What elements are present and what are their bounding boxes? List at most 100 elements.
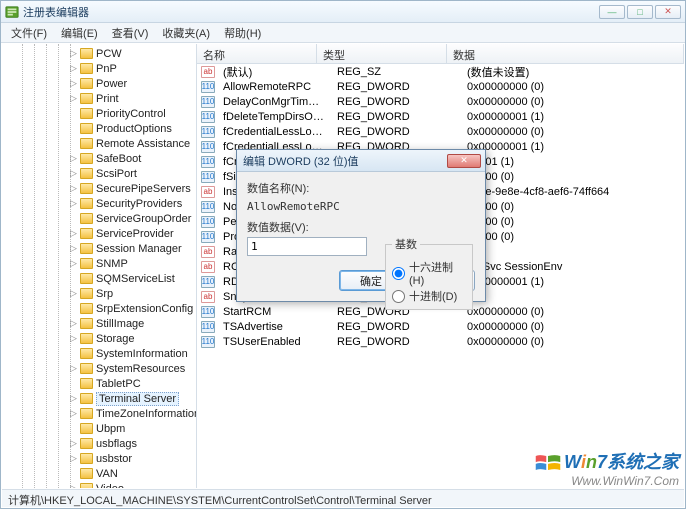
- menu-help[interactable]: 帮助(H): [218, 23, 267, 43]
- tree-item[interactable]: TabletPC: [2, 376, 196, 391]
- expand-icon[interactable]: ▷: [70, 244, 79, 253]
- tree-item[interactable]: ▷Video: [2, 481, 196, 488]
- tree-item[interactable]: ▷PnP: [2, 61, 196, 76]
- expand-icon[interactable]: ▷: [70, 484, 79, 488]
- expand-icon[interactable]: [70, 274, 79, 283]
- tree-item[interactable]: ▷Srp: [2, 286, 196, 301]
- expand-icon[interactable]: [70, 349, 79, 358]
- expand-icon[interactable]: ▷: [70, 199, 79, 208]
- expand-icon[interactable]: ▷: [70, 289, 79, 298]
- tree-item[interactable]: ▷usbflags: [2, 436, 196, 451]
- expand-icon[interactable]: ▷: [70, 64, 79, 73]
- expand-icon[interactable]: ▷: [70, 79, 79, 88]
- value-type-icon: 110: [201, 201, 215, 213]
- tree-item[interactable]: ▷SecurityProviders: [2, 196, 196, 211]
- expand-icon[interactable]: [70, 214, 79, 223]
- tree-item[interactable]: SystemInformation: [2, 346, 196, 361]
- tree-item[interactable]: ▷Terminal Server: [2, 391, 196, 406]
- tree-item[interactable]: SQMServiceList: [2, 271, 196, 286]
- tree-item[interactable]: Ubpm: [2, 421, 196, 436]
- list-row[interactable]: 110fCredentialLessLogonSu...REG_DWORD0x0…: [197, 124, 684, 139]
- menu-bar: 文件(F) 编辑(E) 查看(V) 收藏夹(A) 帮助(H): [1, 23, 685, 43]
- folder-icon: [80, 438, 93, 449]
- tree-item[interactable]: ▷StillImage: [2, 316, 196, 331]
- col-type[interactable]: 类型: [317, 44, 447, 63]
- maximize-button[interactable]: □: [627, 5, 653, 19]
- tree-item[interactable]: ▷Power: [2, 76, 196, 91]
- tree-item-label: Storage: [96, 333, 135, 345]
- menu-view[interactable]: 查看(V): [106, 23, 155, 43]
- expand-icon[interactable]: [70, 109, 79, 118]
- tree-item[interactable]: ▷ SystemResources: [2, 361, 196, 376]
- tree-item[interactable]: ▷ Storage: [2, 331, 196, 346]
- value-data-label: 数值数据(V):: [247, 219, 475, 235]
- expand-icon[interactable]: ▷: [70, 439, 79, 448]
- radio-dec-input[interactable]: [392, 290, 405, 303]
- tree-item[interactable]: ▷ServiceProvider: [2, 226, 196, 241]
- close-button[interactable]: ✕: [655, 5, 681, 19]
- list-row[interactable]: 110AllowRemoteRPCREG_DWORD0x00000000 (0): [197, 79, 684, 94]
- expand-icon[interactable]: ▷: [70, 94, 79, 103]
- expand-icon[interactable]: ▷: [70, 334, 79, 343]
- radio-dec[interactable]: 十进制(D): [392, 288, 466, 304]
- expand-icon[interactable]: ▷: [70, 364, 79, 373]
- expand-icon[interactable]: [70, 139, 79, 148]
- expand-icon[interactable]: ▷: [70, 409, 79, 418]
- tree-item[interactable]: ▷SafeBoot: [2, 151, 196, 166]
- tree-item[interactable]: ProductOptions: [2, 121, 196, 136]
- expand-icon[interactable]: [70, 424, 79, 433]
- list-row[interactable]: 110TSUserEnabledREG_DWORD0x00000000 (0): [197, 334, 684, 349]
- expand-icon[interactable]: [70, 379, 79, 388]
- tree-item-label: SystemResources: [96, 363, 185, 375]
- menu-favorites[interactable]: 收藏夹(A): [156, 23, 216, 43]
- expand-icon[interactable]: ▷: [70, 259, 79, 268]
- tree-pane[interactable]: ▷PCW▷PnP▷Power▷Print PriorityControlProdu…: [2, 44, 197, 488]
- tree-item[interactable]: Remote Assistance: [2, 136, 196, 151]
- col-name[interactable]: 名称: [197, 44, 317, 63]
- expand-icon[interactable]: ▷: [70, 229, 79, 238]
- tree-item[interactable]: ▷SNMP: [2, 256, 196, 271]
- tree-item-label: SrpExtensionConfig: [96, 303, 193, 315]
- tree-item[interactable]: ▷usbstor: [2, 451, 196, 466]
- expand-icon[interactable]: ▷: [70, 49, 79, 58]
- col-data[interactable]: 数据: [447, 44, 684, 63]
- list-row[interactable]: 110fDeleteTempDirsOnExitREG_DWORD0x00000…: [197, 109, 684, 124]
- folder-icon: [80, 258, 93, 269]
- tree-item-label: PriorityControl: [96, 108, 166, 120]
- cell-data: 0x00000000 (0): [461, 321, 684, 333]
- dialog-titlebar[interactable]: 编辑 DWORD (32 位)值 ✕: [237, 150, 485, 172]
- tree-item[interactable]: ▷TimeZoneInformation: [2, 406, 196, 421]
- expand-icon[interactable]: ▷: [70, 394, 79, 403]
- expand-icon[interactable]: ▷: [70, 319, 79, 328]
- tree-item[interactable]: ▷SecurePipeServers: [2, 181, 196, 196]
- list-row[interactable]: ab(默认)REG_SZ(数值未设置): [197, 64, 684, 79]
- radio-hex-input[interactable]: [392, 267, 405, 280]
- expand-icon[interactable]: ▷: [70, 154, 79, 163]
- list-row[interactable]: 110DelayConMgrTimeoutREG_DWORD0x00000000…: [197, 94, 684, 109]
- expand-icon[interactable]: [70, 469, 79, 478]
- value-data-input[interactable]: [247, 237, 367, 256]
- expand-icon[interactable]: ▷: [70, 454, 79, 463]
- menu-file[interactable]: 文件(F): [5, 23, 53, 43]
- tree-item[interactable]: SrpExtensionConfig: [2, 301, 196, 316]
- cell-data: 0x00000000 (0): [461, 306, 684, 318]
- radio-hex[interactable]: 十六进制(H): [392, 259, 466, 287]
- minimize-button[interactable]: —: [599, 5, 625, 19]
- tree-item[interactable]: PriorityControl: [2, 106, 196, 121]
- menu-edit[interactable]: 编辑(E): [55, 23, 104, 43]
- tree-item[interactable]: ▷PCW: [2, 46, 196, 61]
- list-row[interactable]: 110TSAdvertiseREG_DWORD0x00000000 (0): [197, 319, 684, 334]
- dialog-close-button[interactable]: ✕: [447, 154, 481, 168]
- tree-item[interactable]: ServiceGroupOrder: [2, 211, 196, 226]
- tree-item[interactable]: ▷ScsiPort: [2, 166, 196, 181]
- expand-icon[interactable]: ▷: [70, 184, 79, 193]
- folder-icon: [80, 228, 93, 239]
- expand-icon[interactable]: ▷: [70, 169, 79, 178]
- expand-icon[interactable]: [70, 124, 79, 133]
- tree-item[interactable]: ▷Session Manager: [2, 241, 196, 256]
- expand-icon[interactable]: [70, 304, 79, 313]
- folder-icon: [80, 123, 93, 134]
- tree-item[interactable]: ▷Print: [2, 91, 196, 106]
- tree-item[interactable]: VAN: [2, 466, 196, 481]
- dialog-title: 编辑 DWORD (32 位)值: [241, 153, 447, 169]
